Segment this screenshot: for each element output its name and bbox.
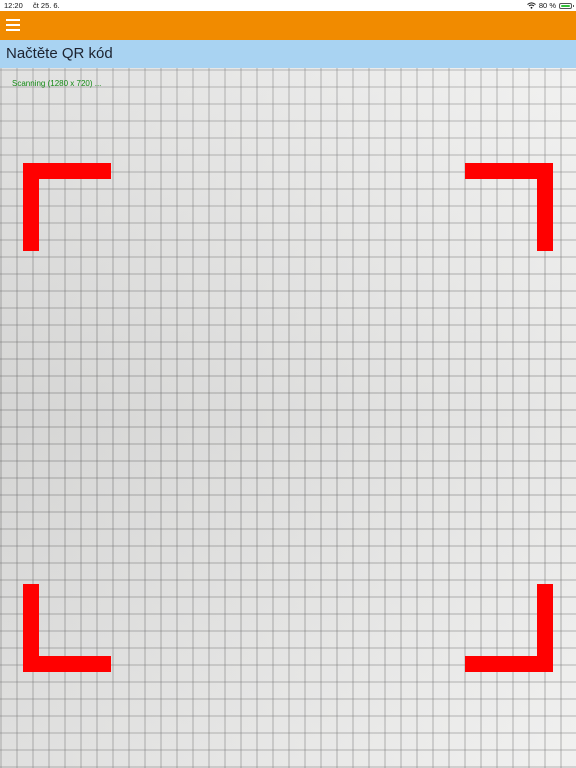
scan-status-text: Scanning (1280 x 720) ... xyxy=(12,79,102,88)
battery-percent: 80 % xyxy=(538,1,556,10)
scan-frame-corner-top-left xyxy=(23,163,111,251)
status-right: 80 % xyxy=(527,1,574,10)
page-title: Načtěte QR kód xyxy=(6,45,113,62)
scan-frame-corner-top-right xyxy=(465,163,553,251)
scan-frame-corner-bottom-left xyxy=(23,584,111,672)
wifi-icon xyxy=(527,2,536,9)
battery-icon xyxy=(559,2,574,9)
app-bar xyxy=(0,11,576,40)
status-bar: 12:20 čt 25. 6. 80 % xyxy=(0,0,576,11)
title-bar: Načtěte QR kód xyxy=(0,40,576,68)
scan-frame-corner-bottom-right xyxy=(465,584,553,672)
status-time: 12:20 xyxy=(4,1,23,10)
hamburger-menu-icon[interactable] xyxy=(6,17,21,32)
camera-preview[interactable]: Scanning (1280 x 720) ... xyxy=(0,68,576,768)
status-date: čt 25. 6. xyxy=(33,1,60,10)
